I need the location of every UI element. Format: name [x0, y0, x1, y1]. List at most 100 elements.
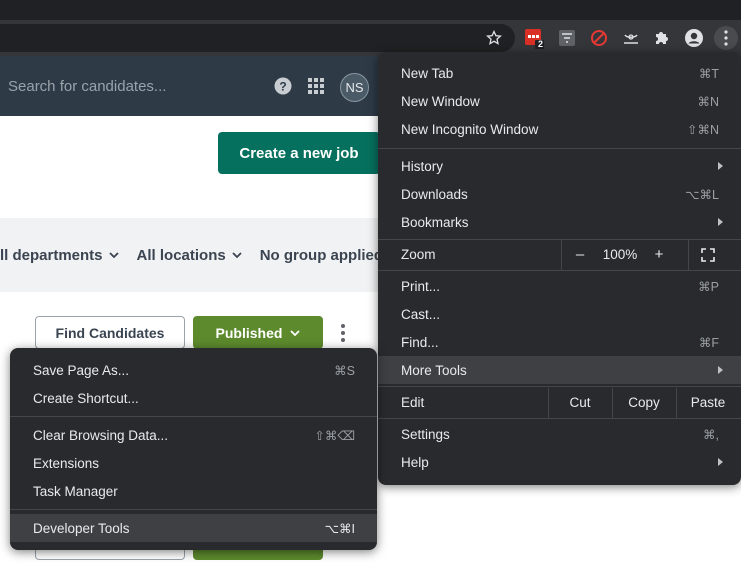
menu-item-create-shortcut[interactable]: Create Shortcut... — [10, 384, 377, 412]
address-bar[interactable] — [0, 24, 515, 52]
menu-item-label: Cast... — [401, 306, 441, 322]
menu-shortcut: ⌘S — [334, 363, 355, 378]
menu-item-label: Print... — [401, 278, 441, 294]
group-filter-label: No group applied — [259, 246, 384, 264]
menu-shortcut: ⌘T — [698, 66, 719, 81]
menu-item-cast[interactable]: Cast... — [378, 300, 741, 328]
location-filter[interactable]: All locations — [137, 247, 242, 264]
menu-shortcut: ⌘, — [703, 427, 719, 442]
menu-item-developer-tools[interactable]: Developer Tools ⌥⌘I — [10, 514, 377, 542]
menu-item-label: Extensions — [33, 455, 100, 471]
menu-separator — [378, 270, 741, 271]
menu-item-history[interactable]: History — [378, 152, 741, 180]
tab-strip — [0, 0, 741, 20]
puzzle-icon[interactable] — [650, 26, 674, 50]
menu-item-label: Downloads — [401, 186, 468, 202]
published-status-button[interactable]: Published — [193, 316, 323, 349]
svg-text:?: ? — [279, 80, 286, 94]
menu-item-clear-browsing-data[interactable]: Clear Browsing Data... ⇧⌘⌫ — [10, 421, 377, 449]
create-job-button[interactable]: Create a new job — [218, 132, 380, 174]
menu-zoom-row: Zoom – 100% + — [378, 240, 741, 270]
menu-separator — [378, 418, 741, 419]
chevron-down-icon — [290, 329, 301, 336]
menu-item-new-window[interactable]: New Window ⌘N — [378, 87, 741, 115]
submenu-arrow-icon — [718, 458, 723, 466]
chrome-main-menu: New Tab ⌘T New Window ⌘N New Incognito Win… — [378, 52, 741, 485]
menu-item-extensions[interactable]: Extensions — [10, 449, 377, 477]
menu-shortcut: ⇧⌘N — [686, 122, 719, 137]
menu-item-save-page[interactable]: Save Page As... ⌘S — [10, 356, 377, 384]
menu-item-label: History — [401, 158, 444, 174]
menu-item-more-tools[interactable]: More Tools — [378, 356, 741, 384]
extension-camera-icon[interactable] — [619, 26, 643, 50]
menu-item-label: New Incognito Window — [401, 121, 539, 137]
paste-button[interactable]: Paste — [680, 395, 736, 410]
menu-item-downloads[interactable]: Downloads ⌥⌘L — [378, 180, 741, 208]
edit-separator — [612, 388, 613, 418]
menu-item-print[interactable]: Print... ⌘P — [378, 272, 741, 300]
menu-item-label: Settings — [401, 426, 450, 442]
profile-icon[interactable] — [682, 26, 706, 50]
menu-shortcut: ⌥⌘L — [685, 187, 719, 202]
submenu-arrow-icon — [718, 366, 723, 374]
menu-item-label: Find... — [401, 334, 439, 350]
menu-item-label: Clear Browsing Data... — [33, 427, 169, 443]
zoom-separator — [561, 240, 562, 270]
more-tools-submenu: Save Page As... ⌘S Create Shortcut... Cle… — [10, 348, 377, 550]
menu-item-settings[interactable]: Settings ⌘, — [378, 420, 741, 448]
candidate-search-input[interactable]: Search for candidates... — [8, 78, 166, 95]
edit-label: Edit — [401, 395, 425, 410]
menu-item-label: New Tab — [401, 65, 454, 81]
extension-block-icon[interactable] — [587, 26, 611, 50]
filters-bar: ll departments All locations No group ap… — [0, 240, 399, 270]
help-icon[interactable]: ? — [274, 77, 292, 95]
menu-item-bookmarks[interactable]: Bookmarks — [378, 208, 741, 236]
menu-separator — [10, 416, 377, 417]
department-filter[interactable]: ll departments — [0, 247, 119, 264]
published-label: Published — [215, 324, 283, 341]
menu-item-new-incognito[interactable]: New Incognito Window ⇧⌘N — [378, 115, 741, 143]
chevron-down-icon — [232, 252, 242, 258]
extension-red-icon[interactable]: 2 — [522, 26, 546, 50]
star-icon[interactable] — [482, 26, 506, 50]
location-filter-label: All locations — [136, 246, 226, 264]
zoom-separator — [688, 240, 689, 270]
kebab-menu-icon[interactable] — [714, 26, 738, 50]
menu-item-label: More Tools — [401, 362, 467, 378]
app-grid-icon[interactable] — [307, 77, 325, 95]
zoom-level: 100% — [602, 247, 638, 262]
menu-separator — [10, 509, 377, 510]
extension-badge: 2 — [538, 39, 544, 49]
chevron-down-icon — [108, 252, 119, 258]
row-more-icon[interactable] — [338, 322, 348, 344]
department-filter-label: ll departments — [0, 246, 103, 264]
menu-shortcut: ⇧⌘⌫ — [314, 428, 355, 443]
menu-item-label: Developer Tools — [33, 520, 130, 536]
zoom-in-button[interactable]: + — [651, 246, 667, 263]
avatar[interactable]: NS — [340, 73, 369, 102]
menu-shortcut: ⌘P — [698, 279, 719, 294]
find-candidates-button[interactable]: Find Candidates — [35, 316, 185, 349]
menu-item-label: Save Page As... — [33, 362, 130, 378]
cut-button[interactable]: Cut — [552, 395, 608, 410]
zoom-out-button[interactable]: – — [572, 246, 588, 263]
menu-item-help[interactable]: Help — [378, 448, 741, 476]
menu-shortcut: ⌘N — [697, 94, 719, 109]
menu-edit-row: Edit Cut Copy Paste — [378, 388, 741, 418]
fullscreen-icon[interactable] — [701, 248, 715, 262]
menu-separator — [378, 386, 741, 387]
menu-item-label: Create Shortcut... — [33, 390, 139, 406]
submenu-arrow-icon — [718, 162, 723, 170]
menu-item-label: New Window — [401, 93, 480, 109]
menu-item-label: Help — [401, 454, 429, 470]
edit-separator — [676, 388, 677, 418]
browser-toolbar: 2 — [0, 20, 741, 56]
menu-item-find[interactable]: Find... ⌘F — [378, 328, 741, 356]
menu-shortcut: ⌘F — [698, 335, 719, 350]
extension-filter-icon[interactable] — [555, 26, 579, 50]
menu-item-new-tab[interactable]: New Tab ⌘T — [378, 59, 741, 87]
submenu-arrow-icon — [718, 218, 723, 226]
menu-item-task-manager[interactable]: Task Manager — [10, 477, 377, 505]
copy-button[interactable]: Copy — [616, 395, 672, 410]
zoom-label: Zoom — [401, 247, 436, 262]
